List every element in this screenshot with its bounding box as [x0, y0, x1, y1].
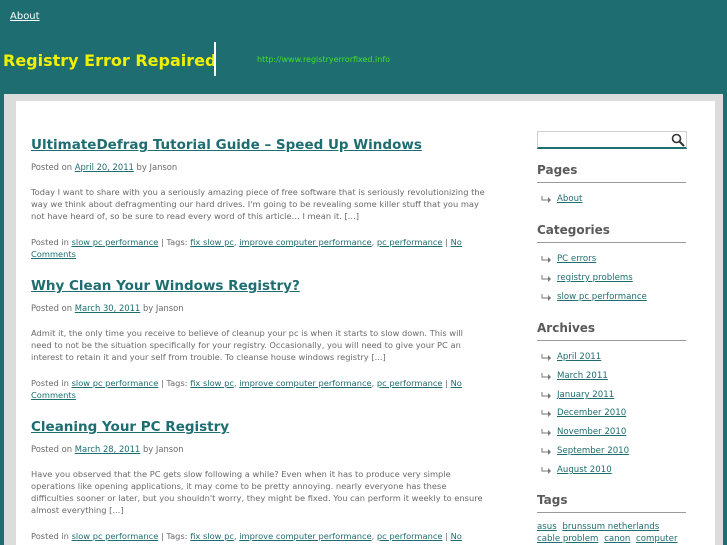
arrow-right-icon — [541, 294, 551, 301]
post-footer: Posted in slow pc performance | Tags: fi… — [31, 378, 462, 400]
posted-on-label: Posted on — [31, 303, 73, 313]
arrow-right-icon — [541, 467, 551, 474]
tag-link[interactable]: asus — [537, 522, 557, 532]
posted-on-label: Posted on — [31, 162, 73, 172]
sidebar-item-archive[interactable]: January 2011 — [541, 390, 614, 400]
arrow-right-icon — [541, 373, 551, 380]
sidebar-item-label: slow pc performance — [557, 292, 647, 302]
post-date-link[interactable]: March 30, 2011 — [75, 303, 141, 313]
post-title[interactable]: Cleaning Your PC Registry — [31, 418, 486, 436]
sidebar-item-label: About — [557, 194, 583, 204]
post-title[interactable]: Why Clean Your Windows Registry? — [31, 277, 486, 295]
post-excerpt: Admit it, the only time you receive to b… — [31, 328, 463, 362]
post-title[interactable]: UltimateDefrag Tutorial Guide – Speed Up… — [31, 136, 486, 154]
arrow-right-icon — [541, 275, 551, 282]
arrow-right-icon — [541, 392, 551, 399]
arrow-right-icon — [541, 429, 551, 436]
nav-about-link[interactable]: About — [10, 11, 40, 22]
tags-heading: Tags — [537, 493, 568, 507]
tag-link[interactable]: pc performance — [377, 237, 443, 247]
title-divider — [214, 42, 216, 76]
sidebar-item-archive[interactable]: September 2010 — [541, 446, 629, 456]
search-input[interactable] — [537, 131, 687, 149]
tags-label: | Tags: — [160, 531, 188, 541]
tag-link[interactable]: canon — [604, 534, 630, 544]
tag-link[interactable]: fix slow pc — [190, 237, 234, 247]
sidebar-item-label: November 2010 — [557, 427, 627, 437]
post-excerpt: Today I want to share with you a serious… — [31, 187, 485, 221]
tags-label: | Tags: — [160, 378, 188, 388]
tags-label: | Tags: — [160, 237, 188, 247]
category-link[interactable]: slow pc performance — [72, 237, 159, 247]
post-meta: Posted on April 20, 2011 by Janson — [31, 162, 486, 173]
sidebar-item-label: December 2010 — [557, 408, 627, 418]
tag-link[interactable]: improve computer performance — [239, 378, 371, 388]
tag-link[interactable]: fix slow pc — [190, 378, 234, 388]
tag-link[interactable]: improve computer performance — [239, 237, 371, 247]
post-author: by Janson — [136, 162, 178, 172]
post-1: UltimateDefrag Tutorial Guide – Speed Up… — [31, 136, 486, 260]
tag-cloud: asus brunssum netherlands cable problem … — [537, 521, 687, 545]
sidebar-item-archive[interactable]: December 2010 — [541, 408, 626, 418]
sidebar-item-label: September 2010 — [557, 446, 630, 456]
post-footer: Posted in slow pc performance | Tags: fi… — [31, 237, 462, 259]
divider — [537, 242, 686, 243]
posted-on-label: Posted on — [31, 444, 73, 454]
sidebar-item-about[interactable]: About — [541, 194, 582, 204]
categories-heading: Categories — [537, 223, 610, 237]
tag-link[interactable]: pc performance — [377, 378, 443, 388]
search-icon[interactable] — [671, 133, 685, 147]
post-3: Cleaning Your PC Registry Posted on Marc… — [31, 418, 486, 545]
site-title[interactable]: Registry Error Repaired — [3, 51, 216, 70]
site-url[interactable]: http://www.registryerrorfixed.info — [257, 55, 390, 64]
post-excerpt: Have you observed that the PC gets slow … — [31, 469, 483, 515]
top-nav: About — [10, 4, 40, 23]
sidebar-item-registry-problems[interactable]: registry problems — [541, 273, 633, 283]
arrow-right-icon — [541, 256, 551, 263]
sidebar-item-archive[interactable]: March 2011 — [541, 371, 608, 381]
post-author: by Janson — [142, 303, 184, 313]
category-link[interactable]: slow pc performance — [72, 531, 159, 541]
arrow-right-icon — [541, 196, 551, 203]
post-meta: Posted on March 28, 2011 by Janson — [31, 444, 486, 455]
tag-link[interactable]: cable problem — [537, 534, 598, 544]
pages-heading: Pages — [537, 163, 578, 177]
sidebar-item-archive[interactable]: November 2010 — [541, 427, 626, 437]
divider — [537, 182, 686, 183]
tag-link[interactable]: improve computer performance — [239, 531, 371, 541]
tag-link[interactable]: pc performance — [377, 531, 443, 541]
arrow-right-icon — [541, 448, 551, 455]
sidebar-item-pc-errors[interactable]: PC errors — [541, 254, 596, 264]
sidebar-item-label: PC errors — [557, 254, 597, 264]
arrow-right-icon — [541, 354, 551, 361]
tag-link[interactable]: fix slow pc — [190, 531, 234, 541]
post-author: by Janson — [142, 444, 184, 454]
archives-heading: Archives — [537, 321, 596, 335]
posted-in-label: Posted in — [31, 237, 69, 247]
post-footer: Posted in slow pc performance | Tags: fi… — [31, 530, 486, 545]
sidebar-item-label: August 2010 — [557, 465, 612, 475]
sidebar-item-archive[interactable]: August 2010 — [541, 465, 612, 475]
post-date-link[interactable]: March 28, 2011 — [75, 444, 141, 454]
sidebar-item-label: April 2011 — [557, 352, 602, 362]
sidebar-item-label: March 2011 — [557, 371, 608, 381]
category-link[interactable]: slow pc performance — [72, 378, 159, 388]
sidebar-item-label: registry problems — [557, 273, 633, 283]
divider — [537, 512, 686, 513]
post-meta: Posted on March 30, 2011 by Janson — [31, 303, 486, 314]
divider — [537, 340, 686, 341]
arrow-right-icon — [541, 410, 551, 417]
post-2: Why Clean Your Windows Registry? Posted … — [31, 277, 486, 401]
tag-link[interactable]: brunssum netherlands — [562, 522, 659, 532]
sidebar-item-label: January 2011 — [557, 390, 615, 400]
sidebar-item-archive[interactable]: April 2011 — [541, 352, 601, 362]
posted-in-label: Posted in — [31, 531, 69, 541]
sidebar-item-slow-pc-performance[interactable]: slow pc performance — [541, 292, 647, 302]
post-date-link[interactable]: April 20, 2011 — [75, 162, 134, 172]
posted-in-label: Posted in — [31, 378, 69, 388]
